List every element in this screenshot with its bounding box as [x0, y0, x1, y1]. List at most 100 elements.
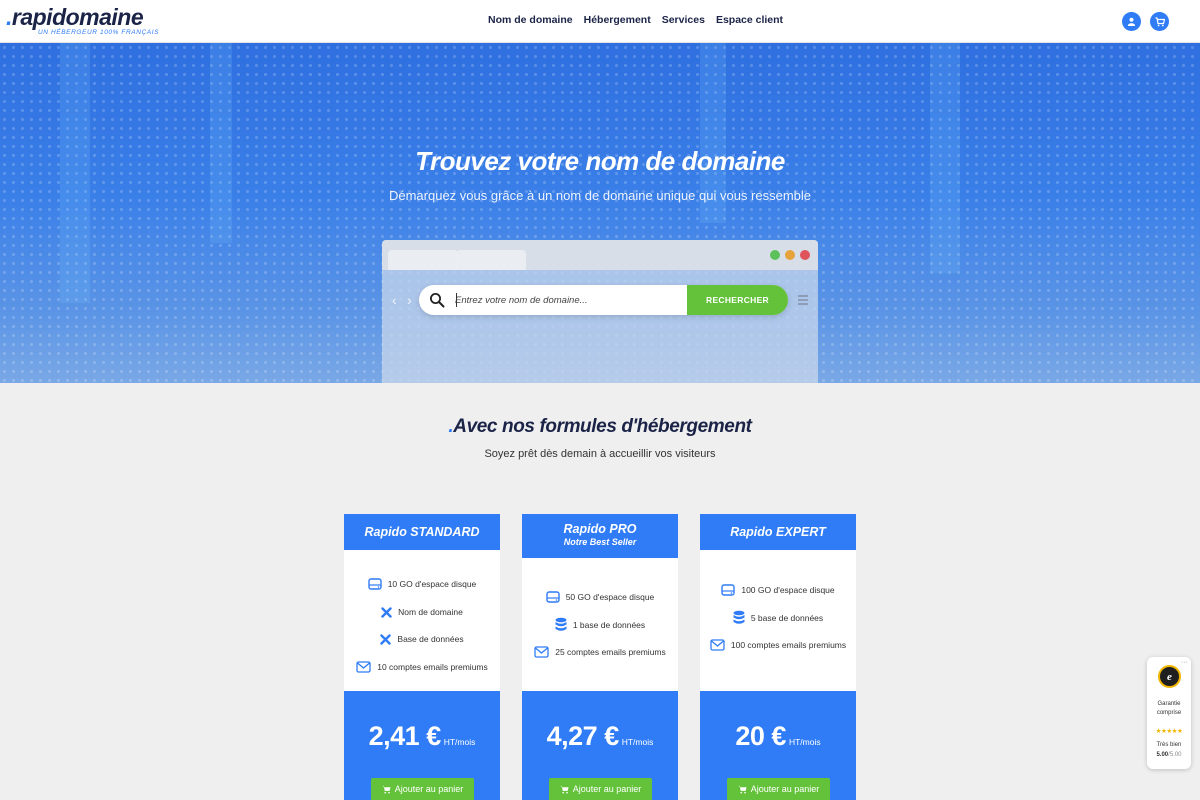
plan-name: Rapido STANDARD [364, 524, 480, 539]
cart-icon [1155, 16, 1165, 26]
nav-nom-de-domaine[interactable]: Nom de domaine [488, 14, 573, 26]
envelope-icon [710, 639, 725, 651]
browser-toolbar [382, 240, 818, 270]
main-nav: Nom de domaine Hébergement Services Espa… [488, 14, 783, 26]
price-unit: HT/mois [443, 737, 476, 747]
add-to-cart-button[interactable]: Ajouter au panier [727, 778, 830, 800]
plan-price: 4,27 € HT/mois [522, 721, 678, 752]
plan-feature: 5 base de données [700, 608, 856, 628]
hero-title: Trouvez votre nom de domaine [415, 146, 785, 176]
add-to-cart-button[interactable]: Ajouter au panier [549, 778, 652, 800]
window-dot-green [770, 250, 780, 260]
nav-espace-client[interactable]: Espace client [716, 14, 783, 26]
plan-header: Rapido PRO Notre Best Seller [522, 514, 678, 558]
plan-card-standard: Rapido STANDARD 10 GO d'espace disque No… [344, 514, 500, 800]
nav-services[interactable]: Services [662, 14, 705, 26]
hero-subtitle: Démarquez vous grâce à un nom de domaine… [388, 188, 812, 203]
plan-feature-text: Base de données [397, 634, 464, 644]
plan-card-pro: Rapido PRO Notre Best Seller 50 GO d'esp… [522, 514, 678, 800]
plan-feature: Base de données [344, 629, 500, 649]
logo-name: rapidomaine [11, 4, 144, 30]
plan-price: 2,41 € HT/mois [344, 721, 500, 752]
plan-feature: 10 GO d'espace disque [344, 574, 500, 594]
add-to-cart-label: Ajouter au panier [572, 784, 642, 794]
search-button[interactable]: RECHERCHER [687, 285, 788, 315]
plan-name: Rapido PRO [563, 522, 637, 536]
plan-feature: 100 comptes emails premiums [700, 635, 856, 655]
more-options-icon[interactable]: ··· [1181, 659, 1188, 666]
browser-tab [388, 250, 458, 270]
plan-feature: 100 GO d'espace disque [700, 580, 856, 600]
site-header: .rapidomaine UN HÉBERGEUR 100% FRANÇAIS … [0, 0, 1200, 43]
plan-feature-text: 1 base de données [572, 620, 646, 630]
trust-seal-icon: e [1158, 665, 1181, 688]
add-to-cart-button[interactable]: Ajouter au panier [371, 778, 474, 800]
forward-arrow-icon: › [407, 292, 412, 308]
plan-subtitle: Notre Best Seller [563, 537, 637, 547]
rating-stars: ★★★★★ [1155, 728, 1183, 735]
envelope-icon [534, 646, 549, 658]
plan-feature: 1 base de données [522, 615, 678, 635]
trusted-shops-badge[interactable]: ··· e Garantie comprise ★★★★★ Très bien … [1147, 657, 1191, 769]
window-dot-yellow [785, 250, 795, 260]
plan-feature-text: Nom de domaine [398, 607, 463, 617]
logo[interactable]: .rapidomaine UN HÉBERGEUR 100% FRANÇAIS [6, 4, 160, 39]
trust-line2: comprise [1156, 710, 1182, 716]
disk-icon [721, 584, 736, 596]
price-unit: HT/mois [621, 737, 654, 747]
plan-price-box: 4,27 € HT/mois Ajouter au panier [522, 691, 678, 800]
plan-feature: Nom de domaine [344, 602, 500, 622]
plan-feature-text: 10 GO d'espace disque [387, 579, 477, 589]
plan-card-expert: Rapido EXPERT 100 GO d'espace disque 5 b… [700, 514, 856, 800]
cross-icon [381, 606, 392, 618]
plan-feature: 50 GO d'espace disque [522, 587, 678, 607]
search-icon [430, 293, 445, 308]
plan-price-box: 20 € HT/mois Ajouter au panier [700, 691, 856, 800]
add-to-cart-label: Ajouter au panier [750, 784, 820, 794]
cross-icon [380, 633, 392, 645]
browser-tab [456, 250, 526, 270]
add-to-cart-label: Ajouter au panier [394, 784, 464, 794]
hosting-section-title: .Avec nos formules d'hébergement [0, 416, 1200, 438]
hosting-title-text: Avec nos formules d'hébergement [453, 416, 752, 437]
database-icon [555, 617, 567, 631]
plan-feature-text: 50 GO d'espace disque [565, 592, 655, 602]
envelope-icon [356, 661, 371, 673]
plan-feature-text: 100 GO d'espace disque [741, 585, 835, 595]
price-unit: HT/mois [788, 737, 821, 747]
plan-feature: 10 comptes emails premiums [344, 657, 500, 677]
cart-icon [560, 785, 569, 793]
plan-header: Rapido EXPERT [700, 514, 856, 550]
logo-tagline: UN HÉBERGEUR 100% FRANÇAIS [38, 29, 160, 36]
plan-feature-text: 25 comptes emails premiums [555, 647, 666, 657]
menu-icon [798, 295, 808, 307]
plan-price: 20 € HT/mois [700, 721, 856, 752]
plan-feature-text: 100 comptes emails premiums [730, 640, 847, 650]
price-amount: 20 € [735, 721, 786, 751]
plan-feature-text: 5 base de données [750, 613, 824, 623]
account-button[interactable] [1122, 12, 1141, 31]
user-icon [1127, 17, 1136, 26]
hero-banner: Trouvez votre nom de domaine Démarquez v… [0, 43, 1200, 383]
window-dot-red [800, 250, 810, 260]
price-amount: 4,27 € [546, 721, 620, 751]
domain-search-bar: RECHERCHER [419, 285, 788, 315]
rating-scale: /5.00 [1168, 752, 1182, 758]
plan-name: Rapido EXPERT [730, 524, 826, 539]
back-arrow-icon: ‹ [392, 292, 397, 308]
plan-feature: 25 comptes emails premiums [522, 642, 678, 662]
disk-icon [368, 578, 382, 590]
nav-hebergement[interactable]: Hébergement [584, 14, 651, 26]
rating-score-value: 5.00 [1156, 752, 1169, 758]
hero-streak [210, 43, 232, 243]
cart-button[interactable] [1150, 12, 1169, 31]
rating-label: Très bien [1156, 742, 1182, 748]
domain-search-input[interactable] [455, 285, 685, 315]
database-icon [733, 610, 745, 624]
cart-icon [382, 785, 391, 793]
trust-line1: Garantie [1157, 701, 1181, 707]
disk-icon [546, 591, 560, 603]
price-amount: 2,41 € [368, 721, 442, 751]
plan-price-box: 2,41 € HT/mois Ajouter au panier [344, 691, 500, 800]
rating-score: 5.00/5.00 [1147, 751, 1191, 759]
